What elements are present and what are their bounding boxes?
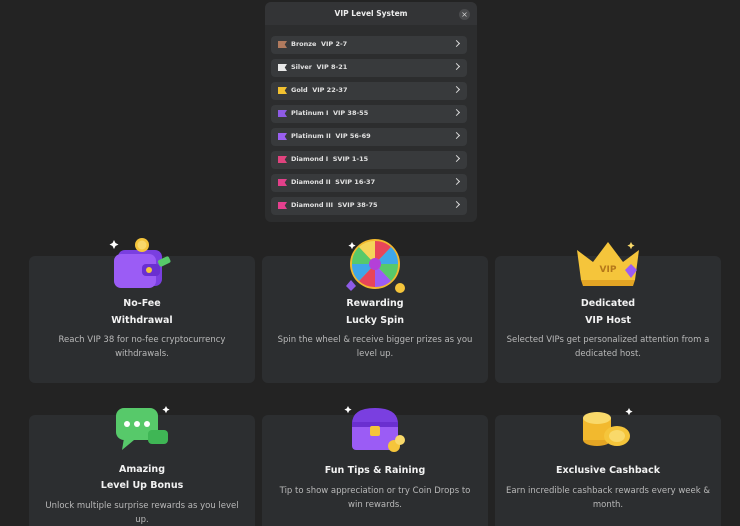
svg-text:VIP: VIP bbox=[600, 265, 617, 275]
panel-title: VIP Level System bbox=[334, 9, 408, 18]
coin-stack-icon bbox=[573, 400, 643, 460]
card-description: Tip to show appreciation or try Coin Dro… bbox=[279, 486, 471, 510]
vip-crown-icon: VIP bbox=[573, 236, 643, 296]
vip-level-row-platinum-2[interactable]: Platinum II VIP 56-69 bbox=[271, 128, 467, 146]
diamond-flag-icon bbox=[278, 179, 287, 186]
vip-level-row-diamond-1[interactable]: Diamond I SVIP 1-15 bbox=[271, 151, 467, 169]
card-title-line2: Lucky Spin bbox=[346, 315, 404, 326]
vip-level-row-diamond-3[interactable]: Diamond III SVIP 38-75 bbox=[271, 197, 467, 215]
platinum-flag-icon bbox=[278, 133, 287, 140]
chevron-right-icon bbox=[452, 154, 461, 163]
prize-wheel-icon bbox=[340, 236, 410, 296]
card-title-line1: No-Fee bbox=[123, 298, 161, 309]
chevron-right-icon bbox=[452, 131, 461, 140]
bronze-flag-icon bbox=[278, 41, 287, 48]
vip-level-label: Gold VIP 22-37 bbox=[291, 86, 348, 94]
diamond-flag-icon bbox=[278, 156, 287, 163]
wallet-icon bbox=[108, 236, 178, 296]
card-description: Selected VIPs get personalized attention… bbox=[506, 335, 710, 359]
chevron-right-icon bbox=[452, 39, 461, 48]
vip-level-row-bronze[interactable]: Bronze VIP 2-7 bbox=[271, 36, 467, 54]
vip-level-row-silver[interactable]: Silver VIP 8-21 bbox=[271, 59, 467, 77]
vip-level-label: Diamond II SVIP 16-37 bbox=[291, 178, 376, 186]
vip-level-row-platinum-1[interactable]: Platinum I VIP 38-55 bbox=[271, 105, 467, 123]
chevron-right-icon bbox=[452, 200, 461, 209]
vip-level-row-diamond-2[interactable]: Diamond II SVIP 16-37 bbox=[271, 174, 467, 192]
card-title-line2: Level Up Bonus bbox=[100, 480, 184, 491]
card-title-line1: Fun Tips & Raining bbox=[324, 465, 426, 476]
close-icon[interactable]: × bbox=[459, 9, 470, 20]
vip-level-row-gold[interactable]: Gold VIP 22-37 bbox=[271, 82, 467, 100]
chevron-right-icon bbox=[452, 85, 461, 94]
vip-level-label: Bronze VIP 2-7 bbox=[291, 40, 348, 48]
card-title-line2: Withdrawal bbox=[111, 315, 173, 326]
card-title-line1: Exclusive Cashback bbox=[555, 465, 661, 476]
chevron-right-icon bbox=[452, 177, 461, 186]
card-title-line2: VIP Host bbox=[585, 315, 631, 326]
treasure-chest-icon bbox=[340, 400, 410, 460]
chat-bubble-icon bbox=[108, 400, 178, 460]
panel-header: VIP Level System × bbox=[265, 2, 477, 25]
vip-level-label: Platinum II VIP 56-69 bbox=[291, 132, 371, 140]
card-title-line1: Rewarding bbox=[346, 298, 404, 309]
card-description: Reach VIP 38 for no-fee cryptocurrency w… bbox=[58, 335, 226, 359]
vip-level-label: Platinum I VIP 38-55 bbox=[291, 109, 369, 117]
vip-level-panel: VIP Level System × Bronze VIP 2-7 Silver… bbox=[265, 2, 477, 222]
diamond-flag-icon bbox=[278, 202, 287, 209]
card-title-line1: Amazing bbox=[118, 464, 165, 475]
card-description: Unlock multiple surprise rewards as you … bbox=[45, 501, 239, 525]
vip-level-label: Diamond I SVIP 1-15 bbox=[291, 155, 369, 163]
card-description: Earn incredible cashback rewards every w… bbox=[506, 486, 710, 510]
vip-level-label: Silver VIP 8-21 bbox=[291, 63, 348, 71]
card-title-line1: Dedicated bbox=[580, 298, 636, 309]
silver-flag-icon bbox=[278, 64, 287, 71]
platinum-flag-icon bbox=[278, 110, 287, 117]
chevron-right-icon bbox=[452, 108, 461, 117]
vip-level-label: Diamond III SVIP 38-75 bbox=[291, 201, 378, 209]
chevron-right-icon bbox=[452, 62, 461, 71]
card-description: Spin the wheel & receive bigger prizes a… bbox=[277, 335, 473, 359]
gold-flag-icon bbox=[278, 87, 287, 94]
